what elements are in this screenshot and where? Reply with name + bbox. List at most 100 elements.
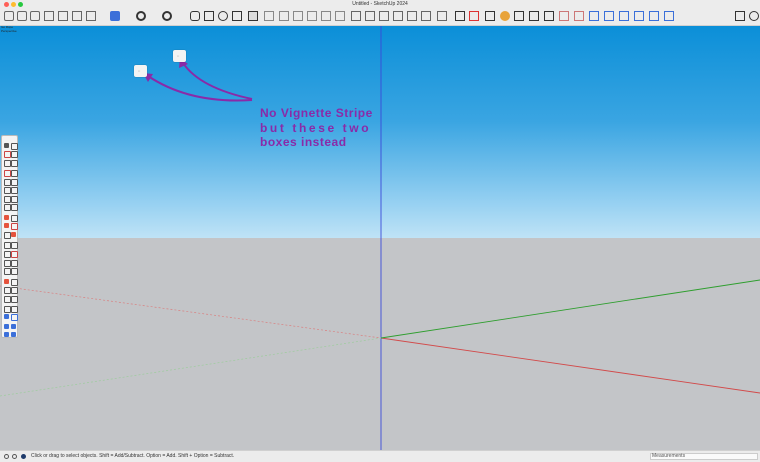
- wireframe-icon[interactable]: [365, 11, 375, 21]
- shaded-icon[interactable]: [393, 11, 403, 21]
- walk-icon[interactable]: [11, 279, 18, 286]
- intersect-icon[interactable]: [11, 296, 18, 303]
- green-axis-dashed: [0, 337, 382, 397]
- smoove-icon[interactable]: [11, 314, 18, 321]
- tool-palette: [1, 135, 18, 338]
- scale-icon[interactable]: [4, 232, 11, 239]
- follow-me-icon[interactable]: [11, 223, 18, 230]
- axes-icon[interactable]: [544, 11, 554, 21]
- text-icon[interactable]: [529, 11, 539, 21]
- new-file-icon[interactable]: [4, 11, 14, 21]
- outliner-icon[interactable]: [604, 11, 614, 21]
- red-axis-dashed: [0, 285, 382, 339]
- three-point-arc-icon[interactable]: [11, 187, 18, 194]
- measure-icon[interactable]: [514, 11, 524, 21]
- info-icon[interactable]: [12, 454, 17, 459]
- orbit-icon[interactable]: [190, 11, 200, 21]
- materials-icon[interactable]: [649, 11, 659, 21]
- 3d-viewport[interactable]: Iso Rope Perspective ▫▫ ▫▫ No Vignette S…: [0, 26, 760, 450]
- dimension-icon[interactable]: [559, 11, 569, 21]
- arc-icon[interactable]: [4, 179, 11, 186]
- paint-bucket-icon[interactable]: [11, 151, 18, 158]
- geo-location-icon[interactable]: [4, 454, 9, 459]
- main-toolbar: [0, 8, 760, 26]
- hidden-line-icon[interactable]: [379, 11, 389, 21]
- right-view-icon[interactable]: [307, 11, 317, 21]
- pie-icon[interactable]: [4, 187, 11, 194]
- flip-edge-icon[interactable]: [11, 332, 16, 337]
- zoom-window-tool-icon[interactable]: [11, 268, 18, 275]
- printer-icon[interactable]: [735, 11, 745, 21]
- back-view-icon[interactable]: [321, 11, 331, 21]
- placeholder-box-1: ▫▫: [173, 50, 186, 62]
- drape-icon[interactable]: [11, 324, 16, 329]
- styles-icon[interactable]: [634, 11, 644, 21]
- sandbox-icon[interactable]: [469, 11, 479, 21]
- offset-icon[interactable]: [11, 232, 16, 237]
- xray-icon[interactable]: [351, 11, 361, 21]
- zoom-window-icon[interactable]: [232, 11, 242, 21]
- select-tool-icon[interactable]: [4, 143, 9, 148]
- front-view-icon[interactable]: [293, 11, 303, 21]
- shadows-icon[interactable]: [664, 11, 674, 21]
- circle-icon[interactable]: [4, 204, 11, 211]
- credits-icon[interactable]: [21, 454, 26, 459]
- solid-tools-icon[interactable]: [4, 296, 11, 303]
- look-around-icon[interactable]: [4, 287, 11, 294]
- rotate-icon[interactable]: [4, 223, 9, 228]
- left-view-icon[interactable]: [335, 11, 345, 21]
- scenes-icon[interactable]: [619, 11, 629, 21]
- push-pull-icon[interactable]: [4, 215, 9, 220]
- iso-view-icon[interactable]: [264, 11, 274, 21]
- move-icon[interactable]: [11, 215, 18, 222]
- line-tool-icon[interactable]: [4, 170, 11, 177]
- protractor-tool-icon[interactable]: [4, 251, 11, 258]
- tape-measure-icon[interactable]: [4, 242, 11, 249]
- tag-icon[interactable]: [11, 160, 18, 167]
- section-tool-icon[interactable]: [11, 287, 18, 294]
- annotation-line-3: boxes instead: [260, 135, 347, 149]
- warehouse-icon[interactable]: [500, 11, 510, 21]
- pan-icon[interactable]: [204, 11, 214, 21]
- orbit-tool-icon[interactable]: [4, 260, 11, 267]
- pan-tool-icon[interactable]: [11, 260, 18, 267]
- status-hint: Click or drag to select objects. Shift =…: [31, 453, 235, 459]
- paste-icon[interactable]: [72, 11, 82, 21]
- save-icon[interactable]: [30, 11, 40, 21]
- eraser-icon[interactable]: [4, 151, 11, 158]
- text-tool-icon[interactable]: [11, 143, 18, 150]
- layers-icon[interactable]: [589, 11, 599, 21]
- cut-icon[interactable]: [44, 11, 54, 21]
- outer-shell-icon[interactable]: [4, 306, 11, 313]
- sandbox-tool-icon[interactable]: [4, 314, 9, 319]
- section-plane-icon[interactable]: [437, 11, 447, 21]
- rectangle-icon[interactable]: [4, 196, 11, 203]
- two-point-arc-icon[interactable]: [11, 179, 18, 186]
- redo-icon[interactable]: [162, 11, 172, 21]
- model-info-icon[interactable]: [110, 11, 120, 21]
- copy-icon[interactable]: [58, 11, 68, 21]
- axes-tool-icon[interactable]: [11, 251, 18, 258]
- monochrome-icon[interactable]: [421, 11, 431, 21]
- rotated-rectangle-icon[interactable]: [11, 196, 18, 203]
- dimension-tool-icon[interactable]: [11, 242, 18, 249]
- erase-icon[interactable]: [86, 11, 96, 21]
- protractor-icon[interactable]: [574, 11, 584, 21]
- undo-icon[interactable]: [136, 11, 146, 21]
- account-icon[interactable]: [749, 11, 759, 21]
- components-icon[interactable]: [455, 11, 465, 21]
- position-camera-icon[interactable]: [4, 279, 9, 284]
- zoom-icon[interactable]: [218, 11, 228, 21]
- freehand-icon[interactable]: [11, 170, 18, 177]
- open-file-icon[interactable]: [17, 11, 27, 21]
- lasso-icon[interactable]: [4, 160, 11, 167]
- paint-icon[interactable]: [485, 11, 495, 21]
- zoom-extents-icon[interactable]: [248, 11, 258, 21]
- polygon-icon[interactable]: [11, 204, 18, 211]
- union-icon[interactable]: [11, 306, 18, 313]
- add-detail-icon[interactable]: [4, 332, 9, 337]
- shaded-textures-icon[interactable]: [407, 11, 417, 21]
- zoom-tool-icon[interactable]: [4, 268, 11, 275]
- stamp-icon[interactable]: [4, 324, 9, 329]
- top-view-icon[interactable]: [279, 11, 289, 21]
